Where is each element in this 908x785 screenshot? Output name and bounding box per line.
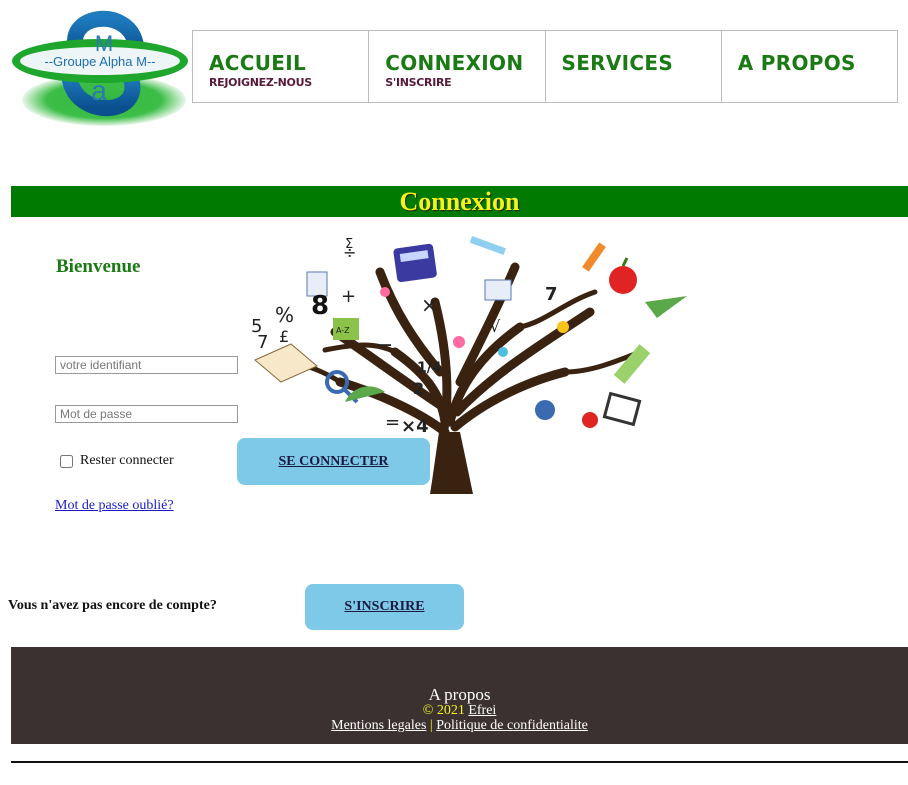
nav-item-services[interactable]: SERVICES (544, 30, 722, 103)
tree-symbol: £ (279, 327, 289, 346)
tree-symbol: − (375, 333, 393, 358)
tree-symbol: √ (490, 317, 501, 336)
nav-item-a-propos[interactable]: A PROPOS (720, 30, 898, 103)
site-logo[interactable]: M a --Groupe Alpha M-- (8, 8, 193, 128)
footer-copyright: © 2021 Efrei (11, 704, 908, 718)
signup-button[interactable]: S'INSCRIRE (305, 584, 464, 630)
nav-item-sublabel[interactable]: REJOIGNEZ-NOUS (209, 76, 368, 89)
tree-symbol: × (421, 293, 438, 317)
nav-item-connexion[interactable]: CONNEXION S'INSCRIRE (368, 30, 546, 103)
tree-symbol: A-Z (336, 326, 350, 335)
nav-item-label: ACCUEIL (209, 51, 307, 75)
logo-letter-m: M (95, 31, 113, 56)
tree-symbol: + (341, 286, 356, 307)
logo-letter-a: a (91, 75, 107, 106)
bottom-divider (11, 761, 908, 763)
no-account-text: Vous n'avez pas encore de compte? (8, 598, 217, 613)
footer-separator: | (429, 718, 433, 733)
tree-symbol: 7 (545, 284, 558, 305)
page-footer: A propos © 2021 Efrei Mentions legales |… (11, 647, 908, 744)
copyright-symbol: © (422, 703, 434, 718)
privacy-policy-link[interactable]: Politique de confidentialite (436, 718, 588, 733)
tree-symbol: ×4 (401, 416, 429, 437)
logo-text: --Groupe Alpha M-- (44, 54, 155, 69)
remember-checkbox[interactable] (60, 454, 73, 468)
education-tree-illustration: ÷ Σ 8 % 5 7 £ + × − 1/4 = ×4 2 √ 7 A-Z (245, 232, 700, 497)
identifier-field[interactable] (55, 356, 238, 374)
nav-item-accueil[interactable]: ACCUEIL REJOIGNEZ-NOUS (192, 30, 370, 103)
nav-item-label: CONNEXION (385, 51, 524, 75)
page-title: Connexion (399, 187, 520, 216)
nav-item-label: A PROPOS (737, 51, 856, 75)
welcome-heading: Bienvenue (56, 256, 141, 277)
nav-item-sublabel[interactable]: S'INSCRIRE (385, 76, 544, 89)
tree-symbol: 1/4 (417, 360, 442, 376)
tree-symbol: % (275, 303, 294, 327)
footer-links: Mentions legales | Politique de confiden… (11, 719, 908, 733)
remember-label: Rester connecter (80, 453, 174, 468)
footer-title: A propos (428, 685, 491, 704)
password-field[interactable] (55, 405, 238, 423)
efrei-link[interactable]: Efrei (468, 703, 496, 718)
legal-notice-link[interactable]: Mentions legales (331, 718, 426, 733)
tree-symbol: Σ (345, 237, 353, 252)
copyright-year: 2021 (436, 703, 465, 718)
tree-symbol: 8 (311, 291, 329, 321)
main-nav: ACCUEIL REJOIGNEZ-NOUS CONNEXION S'INSCR… (192, 30, 898, 103)
tree-symbol: 7 (257, 332, 268, 353)
tree-symbol: 2 (413, 379, 424, 398)
forgot-password-link[interactable]: Mot de passe oublié? (55, 498, 174, 514)
page-banner: Connexion (11, 186, 908, 217)
nav-item-label: SERVICES (561, 51, 674, 75)
tree-symbol: = (385, 412, 400, 433)
remember-me[interactable]: Rester connecter (60, 453, 174, 469)
